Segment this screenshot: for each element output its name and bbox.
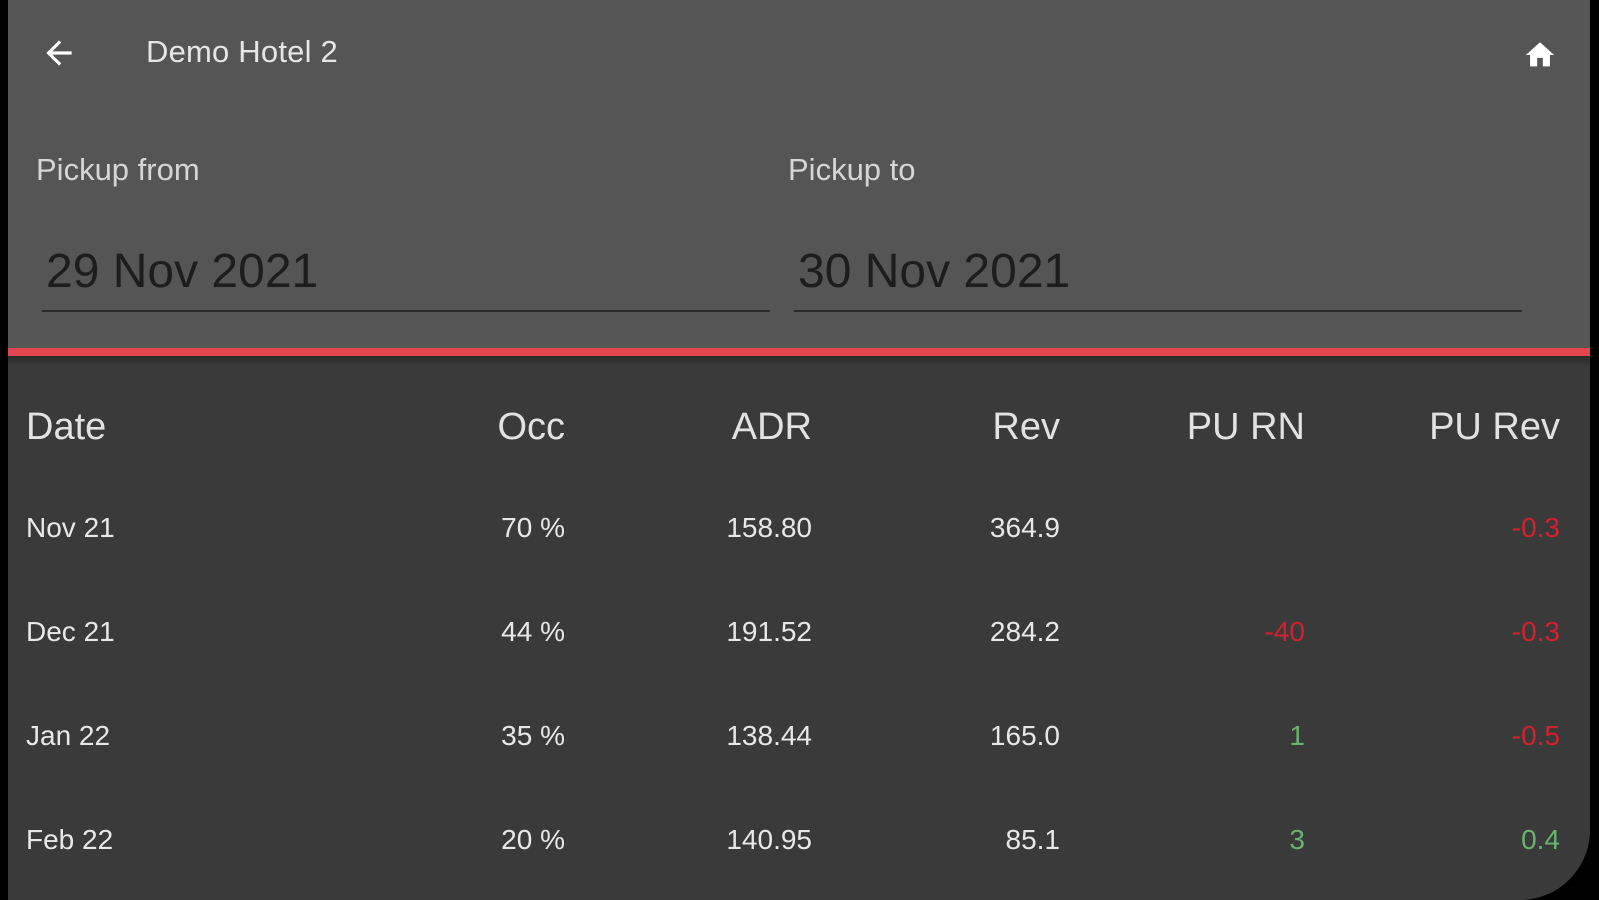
cell-rev: 364.9: [989, 512, 1060, 543]
column-header-occ[interactable]: Occ: [497, 372, 565, 482]
pickup-to-field[interactable]: 30 Nov 2021: [794, 238, 1522, 312]
cell-pu-rn: 1: [1289, 720, 1305, 751]
divider-shadow: [8, 356, 1590, 366]
cell-pu-rn: 3: [1289, 824, 1305, 855]
home-icon: [1525, 42, 1555, 67]
top-panel: Demo Hotel 2 Pickup from 29 Nov 2021 Pic…: [8, 0, 1590, 348]
cell-rev: 165.0: [989, 720, 1060, 751]
pickup-from-field[interactable]: 29 Nov 2021: [42, 238, 770, 312]
cell-date: Nov 21: [26, 512, 115, 543]
arrow-left-icon: [46, 40, 72, 66]
page-title: Demo Hotel 2: [146, 34, 338, 69]
column-header-adr[interactable]: ADR: [732, 372, 812, 482]
accent-divider: [8, 348, 1590, 356]
column-header-date[interactable]: Date: [26, 372, 106, 482]
cell-pu-rev: 0.4: [1521, 824, 1560, 855]
cell-occ: 20 %: [501, 824, 565, 855]
cell-date: Feb 22: [26, 824, 114, 855]
pickup-table: Date Occ ADR Rev PU RN PU Rev Nov 21 70 …: [8, 366, 1590, 892]
column-header-pu-rn[interactable]: PU RN: [1187, 372, 1305, 482]
table-row[interactable]: Jan 22 35 % 138.44 165.0 1 -0.5: [8, 684, 1590, 788]
cell-pu-rev: -0.3: [1511, 512, 1560, 543]
table-row[interactable]: Feb 22 20 % 140.95 85.1 3 0.4: [8, 788, 1590, 892]
pickup-to-label: Pickup to: [788, 152, 916, 187]
column-header-pu-rev[interactable]: PU Rev: [1429, 372, 1560, 482]
cell-occ: 70 %: [501, 512, 565, 543]
app-screen: Demo Hotel 2 Pickup from 29 Nov 2021 Pic…: [8, 0, 1590, 900]
cell-pu-rn: -40: [1264, 616, 1305, 647]
cell-pu-rev: -0.3: [1511, 616, 1560, 647]
home-button[interactable]: [1518, 33, 1562, 77]
cell-date: Dec 21: [26, 616, 115, 647]
cell-occ: 35 %: [501, 720, 565, 751]
cell-occ: 44 %: [501, 616, 565, 647]
cell-adr: 158.80: [726, 512, 812, 543]
pickup-from-label: Pickup from: [36, 152, 200, 187]
back-button[interactable]: [36, 30, 82, 76]
table-row[interactable]: Dec 21 44 % 191.52 284.2 -40 -0.3: [8, 580, 1590, 684]
cell-pu-rev: -0.5: [1511, 720, 1560, 751]
cell-adr: 138.44: [726, 720, 812, 751]
cell-adr: 140.95: [726, 824, 812, 855]
cell-date: Jan 22: [26, 720, 111, 751]
table-row[interactable]: Nov 21 70 % 158.80 364.9 -0.3: [8, 476, 1590, 580]
cell-adr: 191.52: [726, 616, 812, 647]
table-header-row: Date Occ ADR Rev PU RN PU Rev: [8, 366, 1590, 476]
pickup-from-value: 29 Nov 2021: [46, 245, 319, 298]
column-header-rev[interactable]: Rev: [992, 372, 1060, 482]
cell-rev: 85.1: [1005, 824, 1061, 855]
cell-rev: 284.2: [989, 616, 1060, 647]
pickup-to-value: 30 Nov 2021: [798, 245, 1071, 298]
